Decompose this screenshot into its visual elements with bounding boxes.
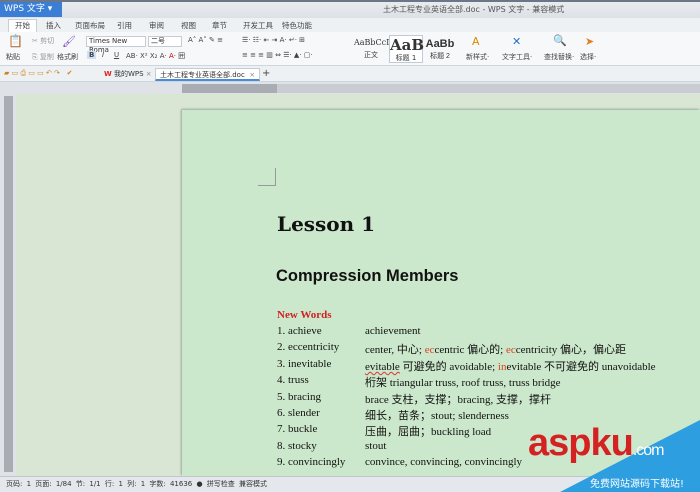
vertical-ruler[interactable] (4, 96, 13, 472)
tab-review[interactable]: 审阅 (149, 20, 164, 31)
word-definition: brace 支柱，支撑；bracing, 支撑，撑杆 (365, 393, 552, 406)
word-row: 2. eccentricity center, 中心; eccentric 偏心的… (277, 341, 626, 356)
tab-insert[interactable]: 插入 (46, 20, 61, 31)
word-definition: stout (365, 439, 387, 452)
style-heading2[interactable]: AaBb 标题 2 (423, 35, 457, 63)
new-style-label: 新样式 (466, 53, 487, 61)
bold-button[interactable]: B (87, 51, 97, 59)
word-term: 7. buckle (277, 423, 318, 436)
title-bar (0, 0, 700, 18)
word-row: 8. stocky stout (277, 439, 386, 452)
word-definition: convince, convincing, convincingly (365, 456, 523, 469)
word-row: 3. inevitable evitable 可避免的 avoidable; in… (277, 357, 656, 373)
new-style-icon: A (472, 35, 480, 48)
word-term: 1. achieve (277, 325, 322, 337)
word-definition: achievement (365, 325, 421, 337)
style-label: 标题 1 (395, 54, 417, 62)
font-grow-icon[interactable]: A˄ A˅ ✎ ≡ (188, 36, 223, 44)
word-term: 3. inevitable (277, 357, 332, 370)
word-row: 1. achieve achievement (277, 325, 421, 337)
find-replace-icon: 🔍 (553, 34, 567, 47)
word-row: 5. bracing brace 支柱，支撑；bracing, 支撑，撑杆 (277, 390, 551, 406)
style-label: 标题 2 (430, 53, 450, 60)
word-term: 8. stocky (277, 439, 317, 452)
section-heading: Compression Members (276, 267, 459, 285)
paste-button[interactable]: 粘贴 (6, 52, 20, 62)
quick-access-bar: ▰ ▭ ⎙ ▭ ▭ ↶ ↷ ✔ W 我的WPS × 土木工程专业英语全部.doc… (0, 66, 700, 82)
word-row: 7. buckle 压曲，屈曲；buckling load (277, 423, 491, 438)
word-definition: center, 中心; eccentric 偏心的; eccentricity … (365, 344, 627, 357)
font-family-select[interactable]: Times New Roma (86, 36, 146, 54)
select-label: 选择 (580, 53, 594, 61)
text-tools-icon: ✕ (512, 35, 522, 48)
word-term: 6. slender (277, 407, 320, 419)
word-definition: evitable 可避免的 avoidable; inevitable 不可避免… (365, 360, 656, 373)
style-normal[interactable]: AaBbCcD 正文 (354, 35, 393, 63)
app-name: WPS 文字 (4, 4, 45, 14)
select-button[interactable]: 选择· (580, 52, 596, 62)
style-label: 正文 (364, 51, 378, 59)
new-style-button[interactable]: 新样式· (466, 52, 489, 62)
word-term: 4. truss (277, 374, 309, 387)
tab-home[interactable]: 开始 (8, 19, 37, 32)
ribbon-tabs: 开始 插入 页面布局 引用 审阅 视图 章节 开发工具 特色功能 (0, 18, 700, 32)
ribbon: 📋 粘贴 ✂ 剪切 ⎘ 复制 🖌 格式刷 Times New Roma 二号 A… (0, 32, 700, 66)
underline-button[interactable]: U (114, 51, 119, 59)
text-tools-label: 文字工具 (502, 53, 530, 61)
style-preview: AaB (390, 36, 425, 54)
word-definition: 压曲，屈曲；buckling load (365, 426, 492, 439)
list-icons[interactable]: ☰· ☷· ⇤ ⇥ A· ↵· ⊞ (242, 36, 305, 44)
margin-corner-mark (258, 168, 276, 186)
wps-logo-icon: W (104, 70, 112, 78)
select-cursor-icon: ➤ (585, 35, 595, 48)
word-term: 5. bracing (277, 390, 321, 403)
format-painter-button[interactable]: 格式刷 (57, 52, 78, 62)
tab-references[interactable]: 引用 (117, 20, 132, 31)
tab-chapter[interactable]: 章节 (212, 20, 227, 31)
doc-tab-label: 土木工程专业英语全部.doc (160, 71, 245, 79)
find-replace-label: 查找替换 (544, 53, 572, 61)
word-row: 4. truss 桁架 triangular truss, roof truss,… (277, 374, 561, 389)
horizontal-ruler[interactable] (182, 84, 700, 93)
style-preview: AaBbCcD (354, 38, 393, 47)
cut-button[interactable]: ✂ 剪切 (32, 36, 54, 46)
word-definition: 桁架 triangular truss, roof truss, truss b… (365, 377, 561, 390)
lesson-heading: Lesson 1 (277, 212, 376, 236)
style-preview: AaBb (425, 38, 455, 50)
style-heading1[interactable]: AaB 标题 1 (389, 35, 425, 63)
new-words-label: New Words (277, 309, 332, 321)
new-tab-icon[interactable]: + (262, 68, 270, 79)
window-title: 土木工程专业英语全部.doc - WPS 文字 - 兼容模式 (383, 5, 565, 14)
word-term: 2. eccentricity (277, 341, 340, 354)
format-painter-icon[interactable]: 🖌 (62, 35, 76, 48)
text-tools-button[interactable]: 文字工具· (502, 52, 532, 62)
paste-icon[interactable]: 📋 (8, 34, 23, 48)
tab-view[interactable]: 视图 (181, 20, 196, 31)
font-size-select[interactable]: 二号 (148, 36, 182, 47)
cut-label: 剪切 (40, 37, 55, 45)
word-row: 9. convincingly convince, convincing, con… (277, 456, 522, 469)
tab-features[interactable]: 特色功能 (282, 20, 312, 31)
close-icon[interactable]: × (146, 70, 152, 78)
word-definition: 细长，苗条；stout; slenderness (365, 410, 509, 422)
tab-developer[interactable]: 开发工具 (243, 20, 273, 31)
doc-tab-mywps[interactable]: W 我的WPS × (100, 68, 156, 81)
align-icons[interactable]: ≡ ≡ ≡ ▥ ⇔ ☰· ▲· ▢· (242, 51, 313, 59)
word-row: 6. slender 细长，苗条；stout; slenderness (277, 407, 509, 422)
copy-button[interactable]: ⎘ 复制 (32, 52, 54, 62)
app-menu-button[interactable]: WPS 文字 ▾ (0, 2, 62, 17)
doc-tab-label: 我的WPS (113, 70, 144, 78)
close-icon[interactable]: × (249, 71, 255, 79)
watermark-logo: aspku.com 免费网站源码下载站! (520, 420, 700, 492)
font-effects-icon[interactable]: AB· X² X₂ A· A· 囲 (126, 51, 185, 61)
find-replace-button[interactable]: 查找替换· (544, 52, 574, 62)
tab-layout[interactable]: 页面布局 (75, 20, 105, 31)
quick-tool-icons[interactable]: ▰ ▭ ⎙ ▭ ▭ ↶ ↷ ✔ (4, 69, 72, 78)
doc-tab-active[interactable]: 土木工程专业英语全部.doc × (155, 68, 261, 81)
italic-button[interactable]: I (102, 51, 104, 59)
copy-label: 复制 (39, 53, 54, 61)
word-term: 9. convincingly (277, 456, 346, 469)
